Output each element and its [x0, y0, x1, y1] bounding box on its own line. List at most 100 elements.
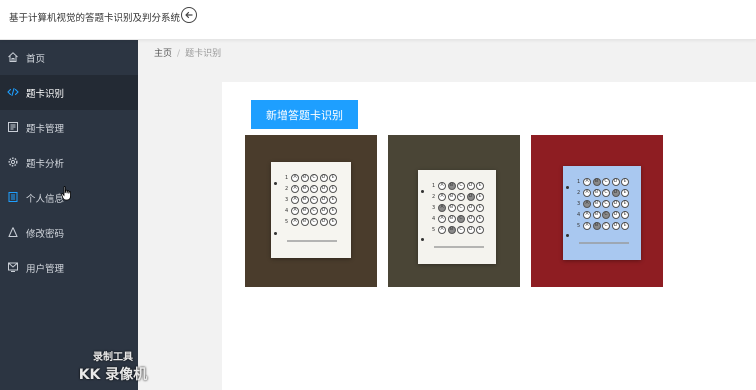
answer-bubble: A — [291, 196, 299, 204]
question-number: 5 — [432, 227, 436, 233]
answer-bubble: C — [602, 200, 610, 208]
answer-bubble: E — [621, 178, 629, 186]
answer-bubble: A — [291, 218, 299, 226]
answer-bubble: B — [592, 222, 601, 230]
answer-bubble: A — [583, 189, 591, 197]
answer-bubble: E — [476, 226, 484, 234]
answer-bubble: A — [438, 204, 446, 212]
sheet-footer-text — [287, 240, 337, 242]
answer-bubble: A — [438, 193, 446, 201]
answer-bubble: A — [438, 226, 446, 234]
add-card-recognition-button[interactable]: 新增答题卡识别 — [251, 100, 358, 129]
question-number: 1 — [577, 179, 581, 185]
answer-bubble: C — [457, 226, 465, 234]
question-number: 3 — [285, 197, 289, 203]
answer-bubble: C — [457, 193, 465, 201]
sidebar-item-label: 用户管理 — [26, 264, 65, 275]
answer-bubble: D — [611, 200, 620, 208]
answer-bubble: D — [466, 204, 475, 212]
answer-bubble: C — [457, 204, 465, 212]
answer-sheet-thumbnail[interactable]: 1ABCDE2ABCDE3ABCDE4ABCDE5ABCDE — [388, 135, 520, 287]
sidebar-item-user-management[interactable]: 用户管理 — [0, 250, 138, 285]
back-button[interactable] — [181, 7, 197, 23]
answer-bubble: E — [329, 196, 337, 204]
answer-bubble: D — [466, 215, 475, 223]
answer-bubble: D — [319, 185, 328, 193]
answer-bubble: B — [447, 204, 456, 212]
answer-row: 1ABCDE — [285, 174, 345, 182]
answer-bubble: A — [438, 182, 446, 190]
question-number: 1 — [285, 175, 289, 181]
gear-icon — [8, 157, 18, 167]
answer-row: 4ABCDE — [577, 211, 637, 219]
sidebar-item-card-recognition[interactable]: 题卡识别 — [0, 75, 138, 110]
sidebar-item-label: 个人信息 — [26, 194, 65, 205]
main-area: 主页 / 题卡识别 新增答题卡识别 1ABCDE2ABCDE3ABCDE4ABCDE… — [138, 40, 756, 390]
breadcrumb-current: 题卡识别 — [185, 49, 222, 59]
answer-bubble: C — [602, 178, 610, 186]
breadcrumb: 主页 / 题卡识别 — [154, 46, 221, 59]
question-number: 2 — [432, 194, 436, 200]
answer-row: 3ABCDE — [285, 196, 345, 204]
question-number: 1 — [432, 183, 436, 189]
user-icon — [8, 262, 18, 272]
answer-bubble: E — [329, 174, 337, 182]
punch-hole — [421, 238, 424, 241]
punch-hole — [566, 234, 569, 237]
answer-row: 1ABCDE — [432, 182, 492, 190]
breadcrumb-separator: / — [177, 49, 181, 59]
answer-bubble: B — [300, 174, 309, 182]
question-number: 2 — [577, 190, 581, 196]
answer-sheet-thumbnail[interactable]: 1ABCDE2ABCDE3ABCDE4ABCDE5ABCDE — [531, 135, 663, 287]
answer-row: 2ABCDE — [432, 193, 492, 201]
punch-hole — [421, 190, 424, 193]
question-number: 3 — [432, 205, 436, 211]
arrow-left-icon — [185, 11, 193, 19]
sidebar-item-card-management[interactable]: 题卡管理 — [0, 110, 138, 145]
hand-cursor-icon — [61, 186, 71, 201]
answer-row: 3ABCDE — [432, 204, 492, 212]
sidebar-item-label: 题卡分析 — [26, 159, 65, 170]
lock-icon — [8, 227, 18, 237]
answer-bubble: A — [291, 185, 299, 193]
answer-sheet-thumbnail[interactable]: 1ABCDE2ABCDE3ABCDE4ABCDE5ABCDE — [245, 135, 377, 287]
answer-bubble: B — [447, 182, 456, 190]
answer-bubble: B — [592, 211, 601, 219]
answer-bubble: D — [611, 189, 620, 197]
answer-bubble: D — [466, 193, 475, 201]
question-number: 3 — [577, 201, 581, 207]
question-number: 2 — [285, 186, 289, 192]
answer-bubble: D — [319, 207, 328, 215]
answer-bubble: C — [602, 189, 610, 197]
sidebar-item-label: 首页 — [26, 54, 46, 65]
breadcrumb-home[interactable]: 主页 — [154, 49, 172, 59]
answer-bubble: C — [602, 222, 610, 230]
answer-bubble: C — [457, 215, 465, 223]
answer-bubble: C — [310, 207, 318, 215]
answer-bubble: E — [476, 204, 484, 212]
sidebar-item-change-password[interactable]: 修改密码 — [0, 215, 138, 250]
sidebar-item-label: 题卡识别 — [26, 89, 65, 100]
answer-row: 5ABCDE — [285, 218, 345, 226]
sidebar-item-card-analysis[interactable]: 题卡分析 — [0, 145, 138, 180]
answer-bubble: A — [291, 174, 299, 182]
app-title: 基于计算机视觉的答题卡识别及判分系统 — [9, 13, 181, 24]
question-number: 5 — [577, 223, 581, 229]
answer-bubble: B — [300, 196, 309, 204]
answer-bubble: E — [621, 200, 629, 208]
answer-bubble: D — [611, 178, 620, 186]
sidebar-item-label: 修改密码 — [26, 229, 65, 240]
answer-row: 1ABCDE — [577, 178, 637, 186]
answer-bubble: A — [291, 207, 299, 215]
home-icon — [8, 52, 18, 62]
content-panel: 新增答题卡识别 1ABCDE2ABCDE3ABCDE4ABCDE5ABCDE 1… — [222, 82, 756, 390]
answer-bubble: E — [329, 218, 337, 226]
answer-row: 5ABCDE — [432, 226, 492, 234]
answer-bubble: E — [476, 193, 484, 201]
answer-bubble: A — [583, 222, 591, 230]
sidebar-item-home[interactable]: 首页 — [0, 40, 138, 75]
id-card-icon — [8, 192, 18, 202]
code-icon — [7, 87, 19, 97]
answer-sheet-paper: 1ABCDE2ABCDE3ABCDE4ABCDE5ABCDE — [418, 170, 496, 264]
sidebar-item-label: 题卡管理 — [26, 124, 65, 135]
